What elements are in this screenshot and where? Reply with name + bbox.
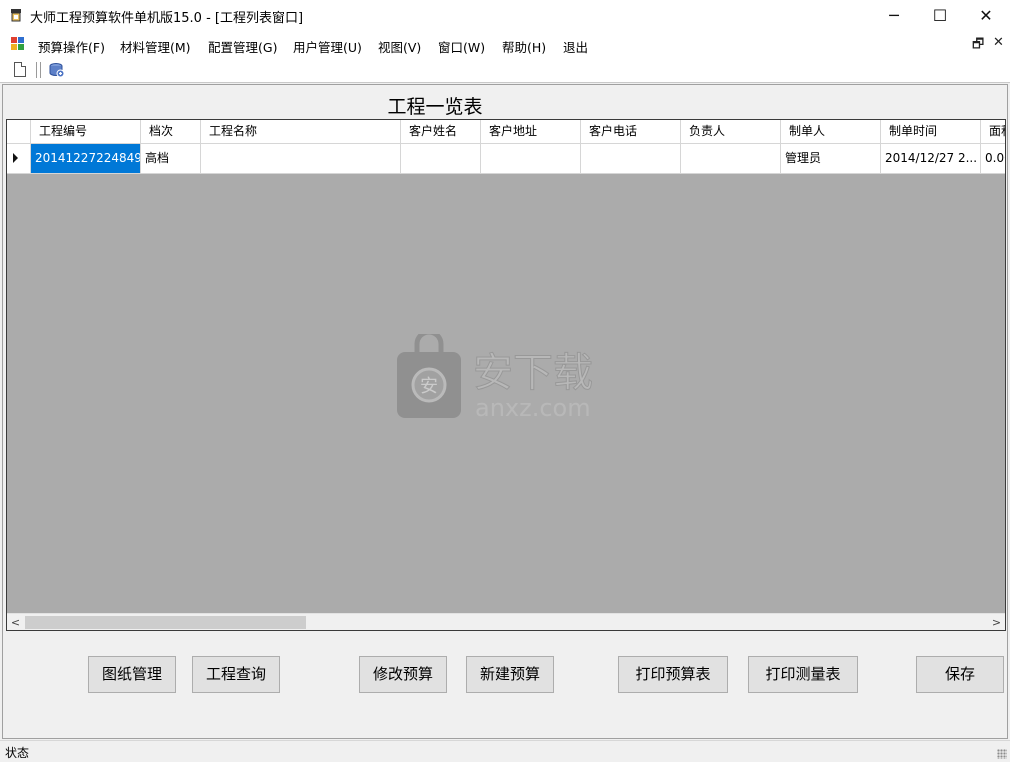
window-title: 大师工程预算软件单机版15.0 - [工程列表窗口]	[30, 11, 304, 26]
toolbar	[0, 58, 1010, 83]
header-customer-addr[interactable]: 客户地址	[481, 120, 581, 144]
grid-title: 工程一览表	[387, 96, 483, 118]
watermark-subtext: anxz.com	[475, 394, 591, 422]
resize-grip-icon[interactable]	[997, 749, 1007, 759]
header-grade[interactable]: 档次	[141, 120, 201, 144]
close-button[interactable]: ✕	[963, 0, 1009, 31]
toolbar-separator	[36, 62, 37, 78]
menu-view[interactable]: 视图(V)	[378, 37, 421, 56]
menu-help[interactable]: 帮助(H)	[502, 37, 546, 56]
menu-users[interactable]: 用户管理(U)	[293, 37, 362, 56]
row-selector[interactable]	[7, 144, 31, 173]
watermark-text: 安下载	[473, 350, 593, 396]
watermark-badge: 安	[420, 376, 438, 397]
cell-customer-name[interactable]	[401, 144, 481, 173]
cell-area[interactable]: 0.00	[981, 144, 1005, 173]
header-created-time[interactable]: 制单时间	[881, 120, 981, 144]
status-text: 状态	[5, 746, 30, 760]
watermark-logo: 安 安下载 anxz.com	[397, 334, 594, 422]
scrollbar-thumb[interactable]	[25, 616, 306, 629]
minimize-button[interactable]: ─	[871, 0, 917, 31]
new-document-icon[interactable]	[14, 62, 26, 77]
cell-manager[interactable]	[681, 144, 781, 173]
horizontal-scrollbar[interactable]: < >	[7, 613, 1005, 630]
status-bar	[0, 740, 1010, 762]
mdi-restore-button[interactable]: 🗗	[972, 35, 984, 57]
scroll-left-button[interactable]: <	[7, 614, 24, 630]
grid-header: 工程编号 档次 工程名称 客户姓名 客户地址 客户电话 负责人 制单人 制单时间…	[7, 120, 1005, 144]
menu-exit[interactable]: 退出	[563, 37, 588, 56]
maximize-button[interactable]: ☐	[917, 0, 963, 31]
database-icon[interactable]	[48, 62, 65, 78]
app-icon	[11, 9, 21, 22]
drawings-button[interactable]: 图纸管理	[88, 656, 176, 693]
project-query-button[interactable]: 工程查询	[192, 656, 280, 693]
header-project-name[interactable]: 工程名称	[201, 120, 401, 144]
header-creator[interactable]: 制单人	[781, 120, 881, 144]
header-row-selector	[7, 120, 31, 144]
cell-customer-phone[interactable]	[581, 144, 681, 173]
header-customer-name[interactable]: 客户姓名	[401, 120, 481, 144]
menu-budget-ops[interactable]: 预算操作(F)	[38, 37, 105, 56]
menu-materials[interactable]: 材料管理(M)	[120, 37, 191, 56]
header-project-id[interactable]: 工程编号	[31, 120, 141, 144]
menu-window[interactable]: 窗口(W)	[438, 37, 485, 56]
row-pointer-icon	[13, 153, 18, 163]
cell-project-name[interactable]	[201, 144, 401, 173]
header-customer-phone[interactable]: 客户电话	[581, 120, 681, 144]
cell-project-id[interactable]: 20141227224849	[31, 144, 141, 173]
edit-budget-button[interactable]: 修改预算	[359, 656, 447, 693]
cell-creator[interactable]: 管理员	[781, 144, 881, 173]
print-measure-button[interactable]: 打印测量表	[748, 656, 858, 693]
mdi-window-icon[interactable]	[11, 37, 25, 51]
cell-created-time[interactable]: 2014/12/27 2...	[881, 144, 981, 173]
toolbar-separator	[40, 62, 41, 78]
print-budget-button[interactable]: 打印预算表	[618, 656, 728, 693]
header-area[interactable]: 面积	[981, 120, 1005, 144]
cell-grade[interactable]: 高档	[141, 144, 201, 173]
header-manager[interactable]: 负责人	[681, 120, 781, 144]
scroll-right-button[interactable]: >	[988, 614, 1005, 630]
table-row[interactable]: 20141227224849 高档 管理员 2014/12/27 2... 0.…	[7, 144, 1005, 174]
menu-config[interactable]: 配置管理(G)	[208, 37, 277, 56]
save-button[interactable]: 保存	[916, 656, 1004, 693]
mdi-close-button[interactable]: ✕	[993, 35, 1004, 50]
new-budget-button[interactable]: 新建预算	[466, 656, 554, 693]
cell-customer-addr[interactable]	[481, 144, 581, 173]
